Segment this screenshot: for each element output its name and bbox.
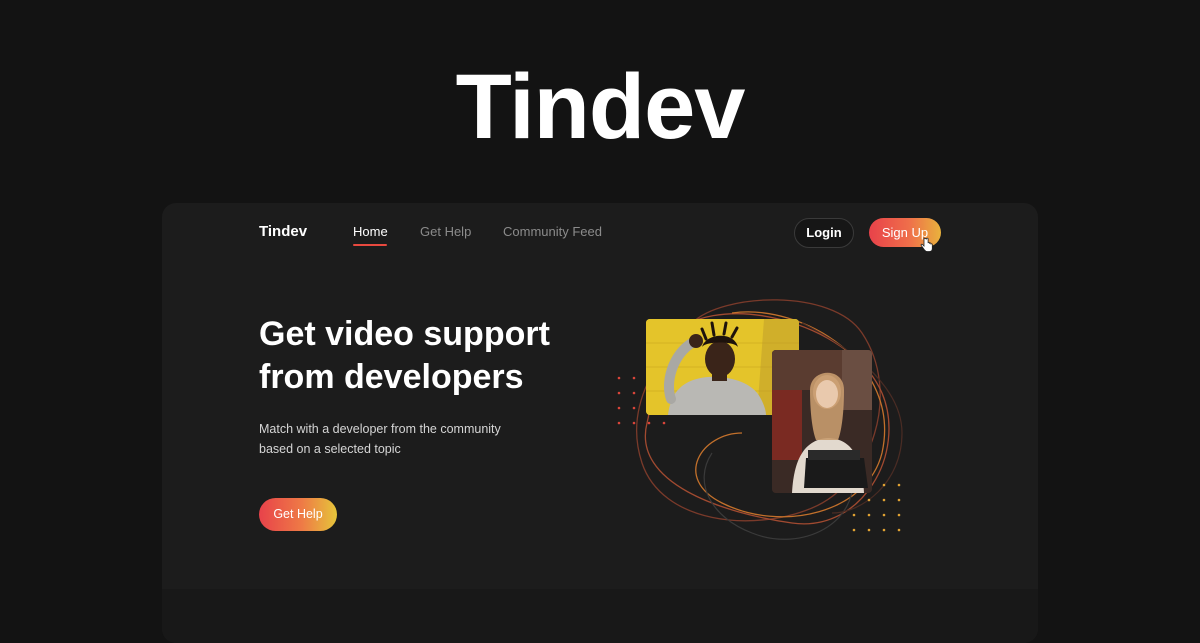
hand-cursor-icon xyxy=(920,237,933,252)
hero-subtitle: Match with a developer from the communit… xyxy=(259,422,501,456)
site-title: Tindev xyxy=(455,56,746,158)
next-section-strip xyxy=(162,589,1038,643)
hero-title: Get video support from developers xyxy=(259,315,550,396)
nav-brand-logo[interactable]: Tindev xyxy=(259,223,307,240)
nav-link-home[interactable]: Home xyxy=(353,224,388,239)
active-nav-indicator xyxy=(353,244,387,246)
developer-photo-woman xyxy=(772,350,872,493)
nav-link-get-help[interactable]: Get Help xyxy=(420,224,471,239)
nav-link-community-feed[interactable]: Community Feed xyxy=(503,224,602,239)
get-help-button[interactable]: Get Help xyxy=(259,498,337,531)
login-button[interactable]: Login xyxy=(794,218,854,248)
landing-preview-card: Tindev Home Get Help Community Feed Logi… xyxy=(162,203,1038,643)
